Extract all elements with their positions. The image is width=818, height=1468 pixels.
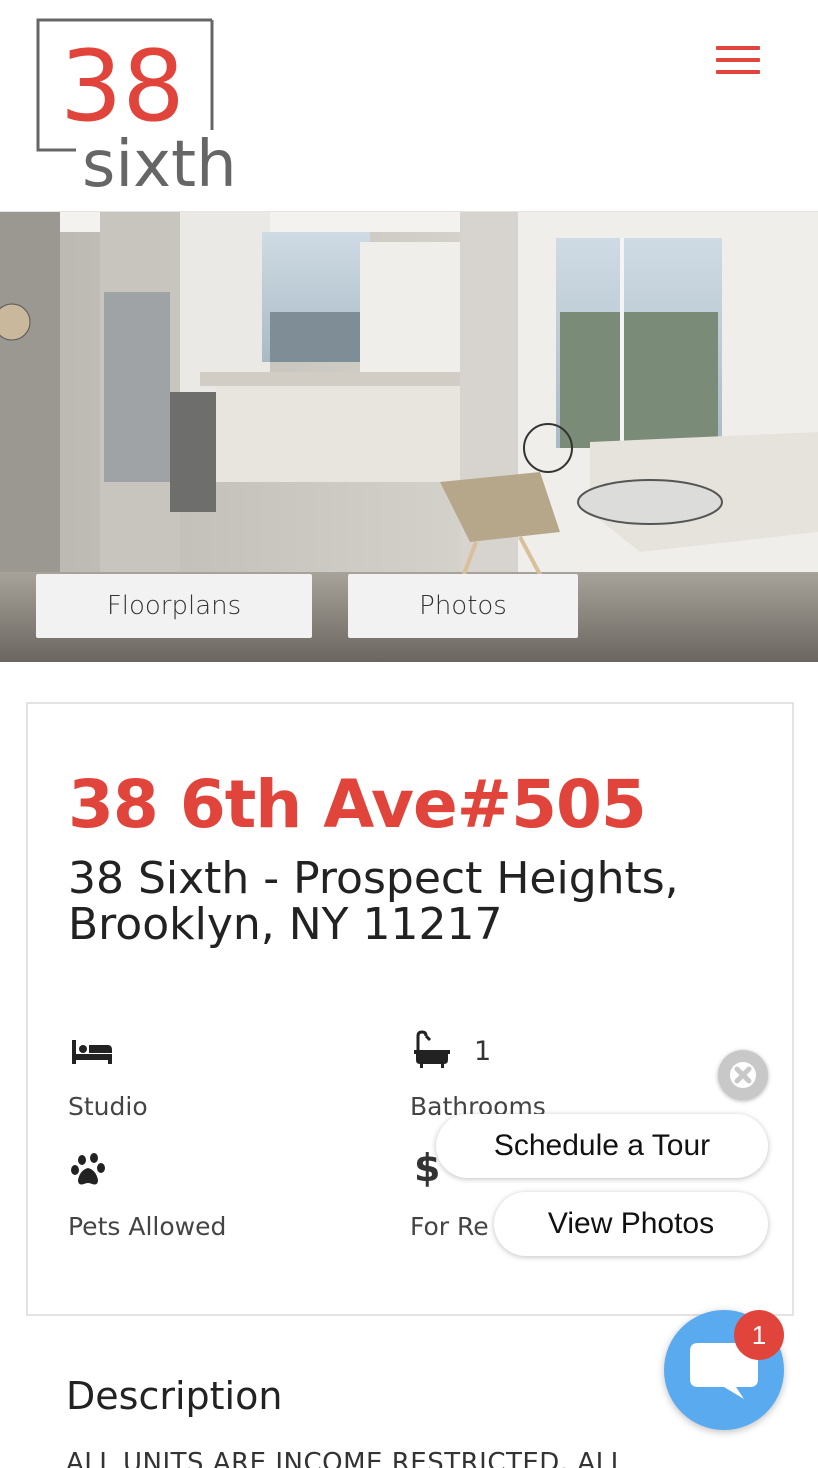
floorplans-label: Floorplans (106, 591, 242, 621)
bedroom-label: Studio (68, 1092, 148, 1121)
listing-title: 38 6th Ave#505 (68, 766, 647, 843)
description-heading: Description (66, 1374, 283, 1418)
view-photos-button[interactable]: View Photos (494, 1192, 768, 1256)
site-header: 38 sixth (0, 0, 818, 212)
view-photos-label: View Photos (547, 1207, 715, 1240)
hamburger-menu-icon[interactable] (714, 44, 762, 78)
photos-button[interactable]: Photos (348, 574, 578, 638)
rent-label: For Re (410, 1212, 489, 1241)
chat-notification-badge: 1 (734, 1310, 784, 1360)
brand-logo[interactable]: 38 sixth (36, 18, 252, 192)
logo-word: sixth (82, 128, 237, 192)
schedule-tour-button[interactable]: Schedule a Tour (436, 1114, 768, 1178)
logo-graphic: 38 sixth (36, 18, 237, 192)
close-widget-button[interactable] (718, 1050, 768, 1100)
floorplans-button[interactable]: Floorplans (36, 574, 312, 638)
listing-address: 38 Sixth - Prospect Heights, Brooklyn, N… (68, 853, 679, 950)
bathroom-count: 1 (474, 1036, 492, 1067)
logo-number: 38 (60, 30, 185, 144)
photos-label: Photos (419, 591, 507, 621)
paw-icon (70, 1152, 114, 1192)
bed-icon (70, 1032, 114, 1072)
pets-label: Pets Allowed (68, 1212, 227, 1241)
description-text: ALL UNITS ARE INCOME RESTRICTED. ALL (66, 1448, 626, 1468)
close-icon (730, 1062, 756, 1088)
schedule-tour-label: Schedule a Tour (493, 1129, 711, 1162)
bathtub-icon (412, 1030, 456, 1070)
hero-image: Floorplans Photos (0, 212, 818, 662)
